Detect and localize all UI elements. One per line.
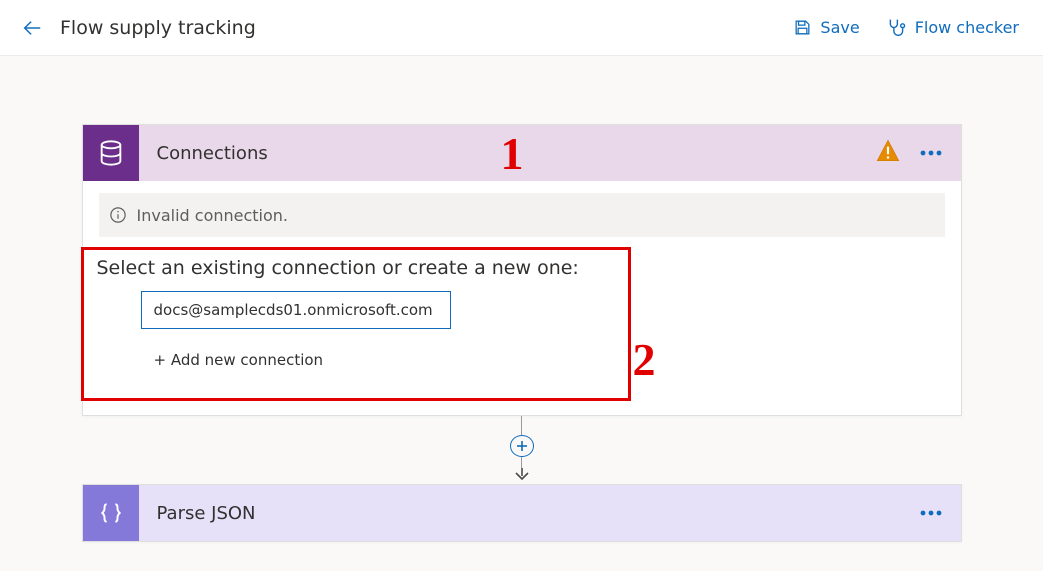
ellipsis-icon — [920, 150, 942, 156]
flow-checker-label: Flow checker — [915, 18, 1019, 37]
connections-body: Select an existing connection or create … — [83, 249, 961, 415]
connections-header[interactable]: Connections — [83, 125, 961, 181]
page-title: Flow supply tracking — [60, 17, 256, 39]
select-connection-prompt: Select an existing connection or create … — [97, 257, 947, 279]
flow-checker-button[interactable]: Flow checker — [886, 17, 1019, 38]
connections-more-button[interactable] — [915, 137, 947, 169]
save-label: Save — [820, 18, 859, 37]
connections-icon-tile — [83, 125, 139, 181]
braces-icon — [98, 500, 124, 526]
top-bar: Flow supply tracking Save Flow checker — [0, 0, 1043, 56]
save-button[interactable]: Save — [793, 18, 859, 37]
invalid-connection-banner: Invalid connection. — [99, 193, 945, 237]
connections-title: Connections — [157, 143, 875, 164]
parse-json-header[interactable]: Parse JSON — [83, 485, 961, 541]
flow-connector — [510, 416, 534, 484]
parse-json-more-button[interactable] — [915, 497, 947, 529]
banner-text: Invalid connection. — [137, 206, 289, 225]
stethoscope-icon — [886, 17, 907, 38]
parse-json-title: Parse JSON — [157, 503, 915, 524]
add-step-button[interactable] — [510, 435, 534, 457]
ellipsis-icon — [920, 510, 942, 516]
connection-option-add-new[interactable]: + Add new connection — [141, 341, 451, 379]
info-icon — [109, 206, 127, 224]
connections-card: Connections — [82, 124, 962, 416]
warning-icon — [875, 138, 901, 168]
parse-json-icon-tile — [83, 485, 139, 541]
arrow-left-icon — [21, 17, 43, 39]
save-icon — [793, 18, 812, 37]
back-button[interactable] — [12, 8, 52, 48]
designer-canvas: Connections — [0, 56, 1043, 542]
connection-option-existing[interactable]: docs@samplecds01.onmicrosoft.com — [141, 291, 451, 329]
plus-icon — [516, 440, 528, 452]
arrow-down-icon — [514, 465, 530, 484]
parse-json-card: Parse JSON — [82, 484, 962, 542]
database-icon — [97, 139, 125, 167]
